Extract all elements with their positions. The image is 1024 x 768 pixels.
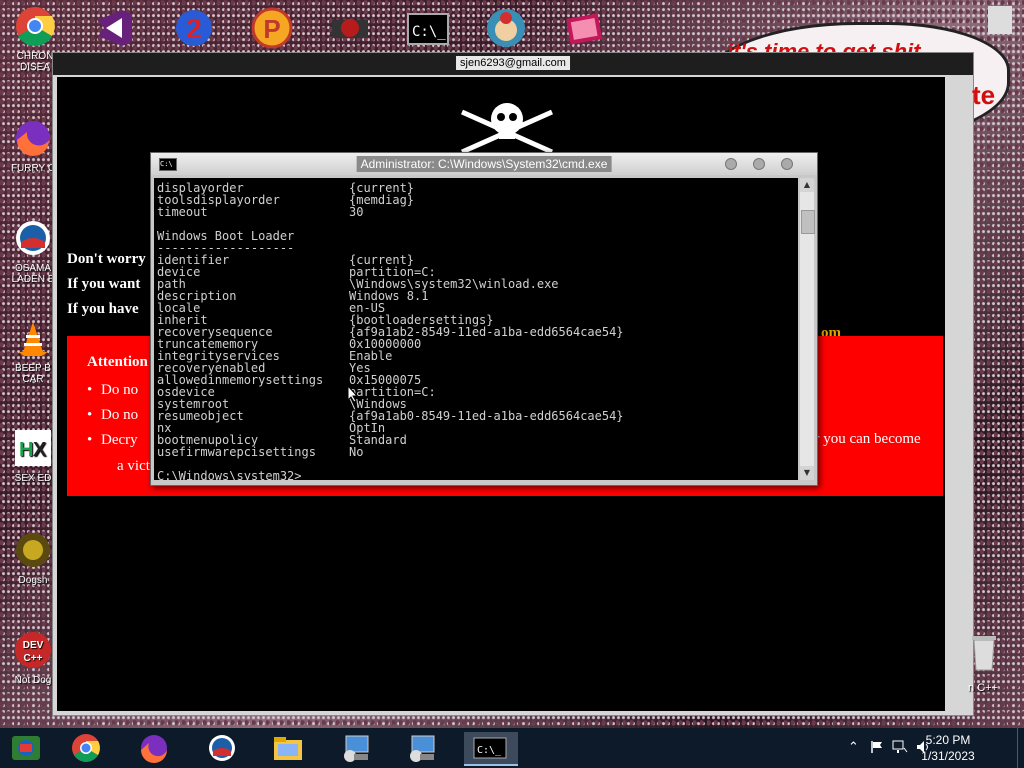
scroll-down-arrow-icon[interactable]: ▼ [800, 466, 814, 480]
right-icon-label: n C++ [968, 682, 998, 694]
attention-item: Do no [87, 382, 138, 399]
cmd-row-key: usefirmwarepcisettings [157, 445, 316, 459]
attention-victim-fragment: a vict [117, 458, 150, 474]
cmd-output-row: timeout 30 [157, 206, 363, 218]
cmd-row-value: No [349, 445, 364, 459]
svg-text:X: X [33, 439, 47, 461]
attention-title: Attention [87, 354, 148, 370]
ransom-line-3: If you have [67, 301, 139, 317]
firefox-icon [16, 121, 50, 156]
cmd-output-row: C:\Windows\system32> [157, 470, 349, 480]
mouse-cursor-icon [347, 385, 359, 403]
cmd-console-output[interactable]: displayorder {current} toolsdisplayorder {m… [154, 178, 798, 480]
maximize-button[interactable] [753, 158, 765, 170]
taskbar-cmd-button[interactable]: C:\_ [464, 732, 518, 766]
command-prompt-icon: C:\_ [473, 737, 507, 759]
cmd-row-key: timeout [157, 205, 208, 219]
clock-time[interactable]: 5:20 PM [918, 733, 978, 747]
computer-disc-icon [410, 735, 435, 762]
close-button[interactable] [781, 158, 793, 170]
cmd-scrollbar[interactable]: ▲ ▼ [800, 178, 815, 480]
attention-item: Decry [87, 432, 138, 449]
svg-text:H: H [19, 439, 33, 461]
taskbar-chrome-button[interactable] [66, 732, 106, 764]
hx-logo-icon: HX [15, 430, 51, 466]
dogsh-icon [16, 533, 50, 567]
taskbar: C:\_ ⌃ 5:20 PM 1/31/2023 [0, 728, 1024, 768]
game-2-icon[interactable]: 2 [172, 6, 216, 50]
show-desktop-button[interactable] [1017, 728, 1024, 768]
scroll-up-arrow-icon[interactable]: ▲ [800, 178, 814, 192]
recycle-bin-icon[interactable] [970, 632, 998, 672]
scroll-thumb[interactable] [801, 210, 815, 234]
computer-disc-icon [344, 735, 369, 762]
taskbar-firefox-button[interactable] [134, 732, 174, 764]
chrome-icon [16, 7, 55, 47]
ransom-line-1: Don't worry [67, 251, 146, 267]
clown-game-icon[interactable] [484, 6, 528, 50]
start-button[interactable] [6, 732, 46, 764]
svg-text:C:\_: C:\_ [477, 745, 502, 756]
cmd-row-key: C:\Windows\system32> [157, 469, 302, 480]
command-prompt-icon[interactable]: C:\_ [406, 6, 450, 50]
ransom-titlebar[interactable]: sjen6293@gmail.com [53, 53, 973, 75]
cmd-titlebar[interactable]: C:\ Administrator: C:\Windows\System32\c… [151, 153, 817, 175]
game-p-icon[interactable]: P [250, 6, 294, 50]
svg-text:DEV: DEV [23, 640, 44, 651]
cmd-row-value: {af9a1ab0-8549-11ed-a1ba-edd6564cae54} [349, 409, 624, 423]
ransom-line-2: If you want [67, 276, 141, 292]
start-icon [12, 736, 40, 760]
svg-text:2: 2 [186, 13, 202, 44]
chrome-icon [72, 734, 100, 762]
clock-date[interactable]: 1/31/2023 [918, 749, 978, 763]
flag-icon[interactable] [870, 740, 884, 754]
folder-icon [274, 737, 302, 760]
svg-text:C++: C++ [24, 653, 43, 664]
vlc-cone-icon [19, 322, 47, 356]
bubble-fragment: te [972, 80, 996, 110]
cmd-window-title: Administrator: C:\Windows\System32\cmd.e… [356, 156, 612, 172]
svg-text:P: P [263, 14, 280, 44]
svg-text:C:\_: C:\_ [412, 24, 446, 40]
obama-logo-icon [16, 221, 50, 255]
taskbar-obama-button[interactable] [202, 732, 242, 764]
cmd-output-row: resumeobject {af9a1ab0-8549-11ed-a1ba-edd… [157, 410, 624, 422]
dev-cpp-icon: DEV C++ [15, 632, 51, 668]
taskbar-file-explorer-button[interactable] [268, 732, 308, 764]
attention-item: Do no [87, 407, 138, 424]
taskbar-app-button-2[interactable] [402, 732, 442, 764]
cmd-row-key: resumeobject [157, 409, 244, 423]
cmd-row-value: 30 [349, 205, 364, 219]
taskbar-app-button[interactable] [336, 732, 376, 764]
skull-crossbones-icon [460, 103, 554, 155]
ransom-window-title: sjen6293@gmail.com [456, 56, 570, 70]
minimize-button[interactable] [725, 158, 737, 170]
visual-studio-icon[interactable] [92, 6, 136, 50]
game-icon[interactable] [328, 6, 372, 50]
cmd-window: C:\ Administrator: C:\Windows\System32\c… [150, 152, 818, 486]
obama-logo-icon [209, 735, 235, 761]
network-icon[interactable] [892, 740, 908, 754]
unknown-icon[interactable] [980, 0, 1020, 44]
show-hidden-icons-chevron-icon[interactable]: ⌃ [848, 740, 859, 755]
video-editor-icon[interactable] [562, 6, 606, 50]
cmd-output-row: usefirmwarepcisettings No [157, 446, 363, 458]
attention-item-3-tail: or you can become [807, 431, 921, 447]
firefox-icon [141, 735, 167, 763]
cmd-window-icon: C:\ [159, 158, 177, 171]
